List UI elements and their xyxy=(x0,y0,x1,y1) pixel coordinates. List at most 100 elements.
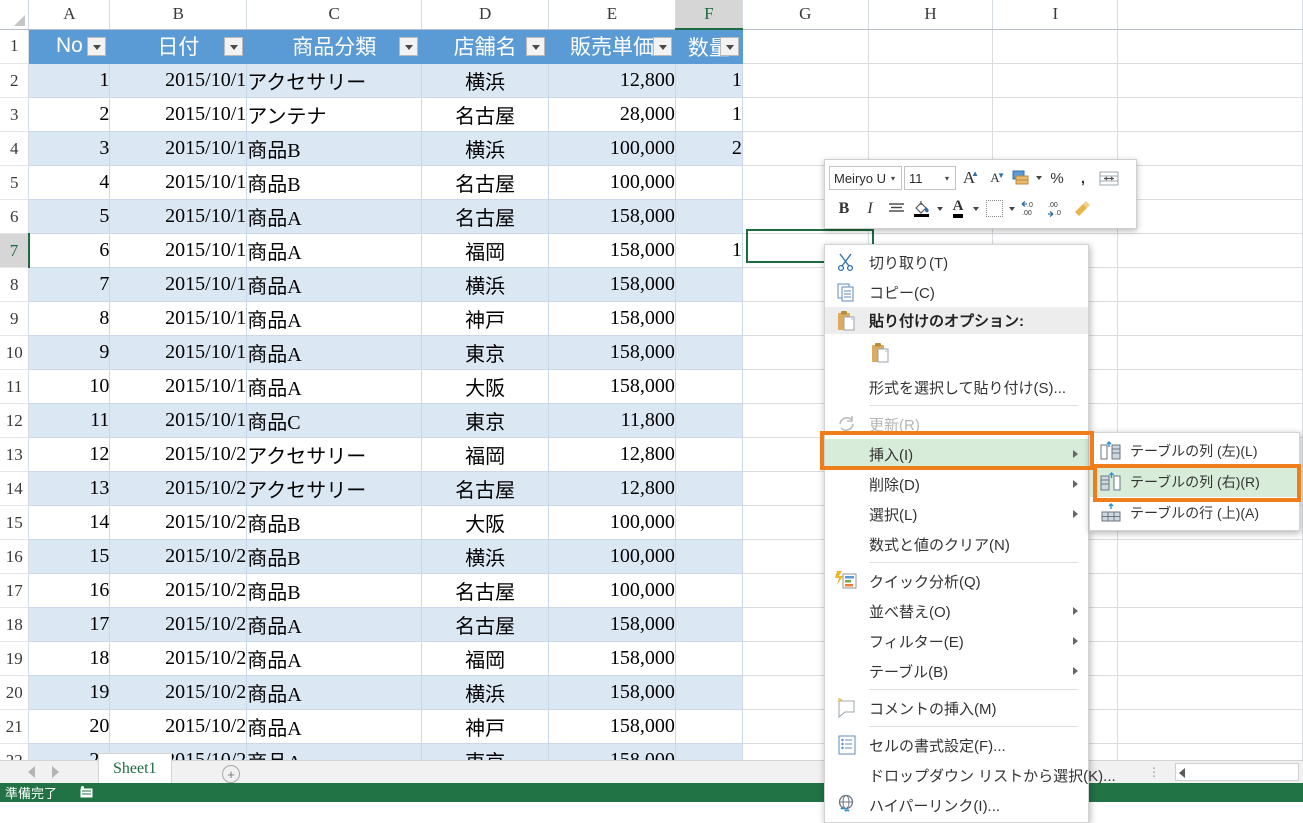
table-cell[interactable]: 2015/10/2 xyxy=(109,437,248,472)
sheet-table[interactable]: ABCDEFGHI 1 No 日付 商品分類 店舗名 販売単価 数量 2 1 2015/10/1 ア… xyxy=(0,0,1303,760)
row-header-21[interactable]: 21 xyxy=(0,709,30,744)
table-cell[interactable]: 2015/10/2 xyxy=(109,573,248,608)
row-header-3[interactable]: 3 xyxy=(0,97,30,132)
increase-decimal-button[interactable]: .00 .0 xyxy=(1043,196,1069,221)
table-cell[interactable]: 商品B xyxy=(246,573,423,608)
table-cell[interactable]: 12 xyxy=(28,437,111,472)
table-cell[interactable]: 2015/10/1 xyxy=(109,301,248,336)
chevron-down-icon[interactable]: ▾ xyxy=(941,174,953,183)
context-menu-item[interactable]: ドロップダウン リストから選択(K)... xyxy=(825,760,1116,790)
table-cell[interactable]: 158,000 xyxy=(548,675,676,710)
column-header-g[interactable]: G xyxy=(742,0,869,30)
table-cell[interactable]: 横浜 xyxy=(421,675,550,710)
table-header-cell[interactable]: 店舗名 xyxy=(421,29,550,64)
table-cell[interactable]: 2 xyxy=(28,97,111,132)
table-header-cell[interactable]: 日付 xyxy=(109,29,248,64)
table-cell[interactable] xyxy=(675,301,743,336)
context-menu-item[interactable]: 削除(D) xyxy=(825,469,1088,499)
context-menu-item[interactable]: 数式と値のクリア(N) xyxy=(825,529,1088,559)
table-cell[interactable] xyxy=(675,437,743,472)
table-cell[interactable] xyxy=(675,403,743,438)
table-cell[interactable]: 名古屋 xyxy=(421,165,550,200)
context-menu-item[interactable]: ハイパーリンク(I)... xyxy=(825,790,1088,820)
mini-toolbar[interactable]: Meiryo U ▾ 11 ▾ A ▲ A ▼ % , B I A .0 .00… xyxy=(824,159,1137,229)
table-cell[interactable]: 商品A xyxy=(246,335,423,370)
table-cell[interactable]: 商品A xyxy=(246,743,423,760)
accounting-format-button[interactable] xyxy=(1008,166,1034,191)
empty-cell[interactable] xyxy=(1117,131,1303,166)
filter-dropdown-button[interactable] xyxy=(719,37,739,56)
context-menu[interactable]: 切り取り(T) コピー(C) 貼り付けのオプション: 形式を選択して貼り付け(S)..… xyxy=(824,244,1116,823)
comma-style-button[interactable]: , xyxy=(1070,166,1096,191)
table-cell[interactable]: 2015/10/2 xyxy=(109,505,248,540)
empty-cell[interactable] xyxy=(1117,63,1303,98)
table-cell[interactable]: 10 xyxy=(28,369,111,404)
table-cell[interactable] xyxy=(675,369,743,404)
context-menu-item[interactable]: 挿入(I) xyxy=(825,439,1088,469)
empty-cell[interactable] xyxy=(742,63,869,98)
column-header-h[interactable]: H xyxy=(868,0,994,30)
table-cell[interactable] xyxy=(675,573,743,608)
row-header-8[interactable]: 8 xyxy=(0,267,30,302)
table-cell[interactable]: 名古屋 xyxy=(421,573,550,608)
table-cell[interactable]: アクセサリー xyxy=(246,437,423,472)
table-cell[interactable] xyxy=(675,539,743,574)
table-cell[interactable]: 20 xyxy=(28,709,111,744)
table-cell[interactable]: 12,800 xyxy=(548,63,676,98)
table-cell[interactable]: 19 xyxy=(28,675,111,710)
table-cell[interactable]: 2 xyxy=(675,131,743,166)
table-cell[interactable]: 福岡 xyxy=(421,233,550,268)
scroll-grip-icon[interactable]: ⋮ xyxy=(1148,766,1160,778)
percent-style-button[interactable]: % xyxy=(1044,166,1070,191)
table-cell[interactable]: 大阪 xyxy=(421,505,550,540)
table-cell[interactable]: 2015/10/1 xyxy=(109,131,248,166)
column-header-a[interactable]: A xyxy=(28,0,111,30)
empty-cell[interactable] xyxy=(1117,165,1303,200)
empty-cell[interactable] xyxy=(1117,29,1303,64)
table-cell[interactable]: 158,000 xyxy=(548,199,676,234)
table-cell[interactable]: 1 xyxy=(675,63,743,98)
font-color-button[interactable]: A xyxy=(945,196,971,221)
previous-sheet-icon[interactable] xyxy=(28,766,35,778)
filter-dropdown-button[interactable] xyxy=(399,36,419,56)
table-header-cell[interactable]: 商品分類 xyxy=(246,29,423,64)
table-cell[interactable]: 2015/10/1 xyxy=(109,233,248,268)
empty-cell[interactable] xyxy=(1117,709,1303,744)
table-cell[interactable]: 2015/10/1 xyxy=(109,335,248,370)
table-header-cell[interactable]: 数量 xyxy=(675,29,743,64)
table-cell[interactable]: 商品A xyxy=(246,641,423,676)
filter-dropdown-button[interactable] xyxy=(224,36,244,56)
table-cell[interactable]: 商品A xyxy=(246,369,423,404)
table-cell[interactable]: 横浜 xyxy=(421,131,550,166)
grow-font-button[interactable]: A ▲ xyxy=(956,166,982,191)
table-cell[interactable] xyxy=(675,709,743,744)
table-cell[interactable]: 2015/10/2 xyxy=(109,607,248,642)
empty-cell[interactable] xyxy=(1117,301,1303,336)
column-header-i[interactable]: I xyxy=(992,0,1119,30)
table-cell[interactable]: 100,000 xyxy=(548,539,676,574)
row-header-15[interactable]: 15 xyxy=(0,505,30,540)
table-cell[interactable]: 福岡 xyxy=(421,641,550,676)
table-cell[interactable]: 東京 xyxy=(421,335,550,370)
row-header-9[interactable]: 9 xyxy=(0,301,30,336)
empty-cell[interactable] xyxy=(1117,267,1303,302)
decrease-decimal-button[interactable]: .0 .00 xyxy=(1017,196,1043,221)
font-size-combo[interactable]: 11 ▾ xyxy=(904,166,956,190)
context-menu-item[interactable]: 並べ替え(O) xyxy=(825,596,1088,626)
table-cell[interactable]: 12,800 xyxy=(548,437,676,472)
empty-cell[interactable] xyxy=(742,97,869,132)
table-cell[interactable]: 8 xyxy=(28,301,111,336)
table-cell[interactable]: 名古屋 xyxy=(421,97,550,132)
table-cell[interactable]: 158,000 xyxy=(548,301,676,336)
row-header-10[interactable]: 10 xyxy=(0,335,30,370)
table-cell[interactable]: 9 xyxy=(28,335,111,370)
empty-cell[interactable] xyxy=(992,29,1119,64)
empty-cell[interactable] xyxy=(1117,335,1303,370)
empty-cell[interactable] xyxy=(1117,675,1303,710)
table-cell[interactable]: 2015/10/2 xyxy=(109,641,248,676)
row-header-12[interactable]: 12 xyxy=(0,403,30,438)
empty-cell[interactable] xyxy=(992,63,1119,98)
italic-button[interactable]: I xyxy=(857,196,883,221)
row-header-16[interactable]: 16 xyxy=(0,539,30,574)
font-color-dropdown[interactable] xyxy=(971,207,981,211)
